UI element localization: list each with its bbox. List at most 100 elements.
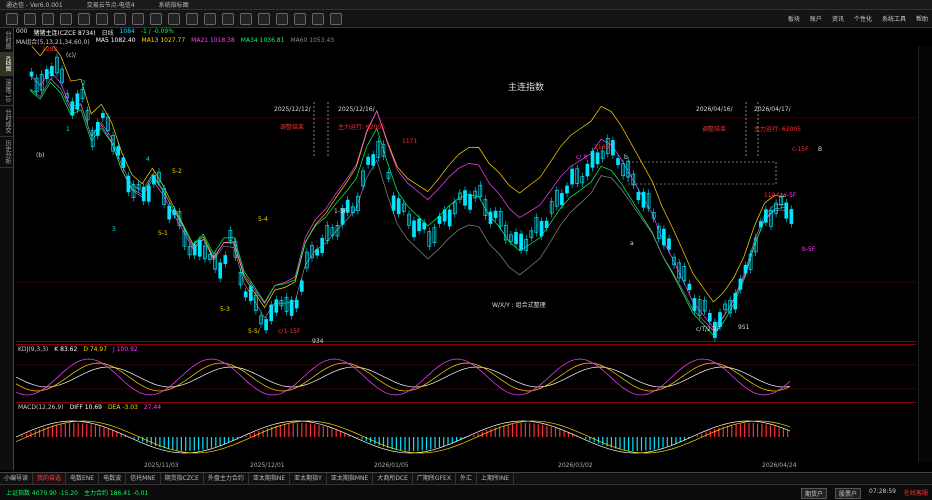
back-icon[interactable] (6, 12, 18, 25)
date-tick: 2025/12/01 (250, 462, 285, 469)
sidebar-tab-intraday[interactable]: 分时图 (0, 28, 13, 53)
annot-5-2: 5-2 (172, 168, 182, 175)
title-tab-node[interactable]: 交易云节点-电信4 (87, 0, 135, 9)
macd-value: 27.44 (143, 404, 162, 411)
ma5-value: MA5 1082.40 (95, 37, 136, 44)
ma-label: MA组合(5,13,21,34,60,0) (16, 39, 90, 46)
annot-5-1: 5-1 (158, 230, 168, 237)
date-tick: 2026/04/24 (762, 462, 797, 469)
tab-apac-ne[interactable]: 亚太期指NE (249, 472, 291, 485)
stock-account-button[interactable]: 股票户 (835, 488, 862, 499)
macd-diff: DIFF 10.69 (69, 404, 102, 411)
online-service-link[interactable]: 在线客服 (904, 488, 928, 499)
annot-5-5: 5-5/ (248, 328, 260, 335)
alert-icon[interactable] (240, 12, 252, 25)
kdj-panel[interactable]: KDJ(9,3,3) K 83.62 D 74.97 J 100.92 (15, 344, 916, 402)
ma-line (29, 81, 785, 336)
tab-guide[interactable]: 小编导读 (0, 472, 34, 485)
list-icon[interactable] (132, 12, 144, 25)
menu-news[interactable]: 资讯 (832, 14, 844, 23)
grid-icon[interactable] (96, 12, 108, 25)
date-tick: 2025/11/03 (144, 462, 179, 469)
status-right: 期货户 股票户 07:28:59 在线客服 (793, 488, 928, 499)
settings-icon[interactable] (222, 12, 234, 25)
menu-account[interactable]: 账户 (810, 14, 822, 23)
stock-name: 猪猪主连(CZCE 8734) (33, 30, 96, 37)
kline-svg (16, 41, 916, 342)
date-axis: 2025/11/03 2025/12/01 2026/01/05 2026/03… (16, 462, 916, 470)
ma34-value: MA34 1036.81 (240, 37, 285, 44)
annot-wave-mid: 1163 (594, 144, 610, 151)
news-icon[interactable] (258, 12, 270, 25)
draw-icon[interactable] (168, 12, 180, 25)
refresh-icon[interactable] (60, 12, 72, 25)
tab-foreign[interactable]: 外盘主力合约 (204, 472, 249, 485)
annot-date2: 2025/12/16/ (338, 106, 375, 113)
search-icon[interactable] (78, 12, 90, 25)
futures-account-button[interactable]: 期货户 (801, 488, 828, 499)
layout-icon[interactable] (204, 12, 216, 25)
annot-cx: c/ X (576, 154, 588, 161)
menu-personalize[interactable]: 个性化 (854, 14, 872, 23)
tab-watchlist[interactable]: 我的自选 (33, 472, 67, 485)
tab-apac-mne[interactable]: 亚太期指MNE (327, 472, 374, 485)
ma-line (29, 41, 785, 309)
menu-sector[interactable]: 板块 (788, 14, 800, 23)
tab-fx[interactable]: 外汇 (456, 472, 477, 485)
kdj-label: KDJ(9,3,3) (18, 346, 49, 353)
sidebar-tab-f10[interactable]: 深度F10 (0, 76, 13, 107)
sidebar-tab-kline[interactable]: K线图 (0, 53, 13, 76)
annot-p3: 3 (112, 226, 116, 233)
right-scroll-area[interactable] (918, 46, 932, 462)
annot-c1-15f: c/1-15F (278, 328, 301, 335)
main-kline-chart[interactable]: 主连指数 2025/12/12/ 2025/12/16/ 2026/04/16/… (16, 41, 916, 345)
menu-tools[interactable]: 系统工具 (882, 14, 906, 23)
tab-dce[interactable]: 大商所DCE (373, 472, 413, 485)
macd-panel[interactable]: MACD(12,26,9) DIFF 10.69 DEA -3.03 27.44 (15, 402, 916, 462)
annot-1-5f: 1-5F (334, 208, 348, 215)
annot-c15f: c-15F (792, 146, 809, 153)
tab-ene[interactable]: 电数ENE (66, 472, 100, 485)
title-bar: 通达信 - Ver6.0.001 交易云节点-电信4 系统指标图 (0, 0, 932, 10)
filter-icon[interactable] (186, 12, 198, 25)
ma-line (29, 78, 785, 331)
window-icon[interactable] (276, 12, 288, 25)
annot-date1: 2025/12/12/ (274, 106, 311, 113)
macd-svg (15, 420, 791, 454)
tab-wave[interactable]: 电数波 (99, 472, 127, 485)
ma21-value: MA21 1018.38 (191, 37, 235, 44)
tab-apac-y[interactable]: 亚太期指Y (290, 472, 327, 485)
sidebar-tab-history[interactable]: 历史分析 (0, 137, 13, 169)
home-icon[interactable] (42, 12, 54, 25)
kdj-line (15, 358, 791, 396)
sidebar-tab-trades[interactable]: 分时成交 (0, 106, 13, 138)
annot-date4: 2026/04/17/ (754, 106, 791, 113)
pen-icon[interactable] (294, 12, 306, 25)
annot-tag3: 调整结束 (702, 126, 727, 133)
annot-p1: 1 (66, 126, 70, 133)
zoom-icon[interactable] (150, 12, 162, 25)
kdj-line (15, 362, 791, 392)
tab-trust[interactable]: 信托MNE (126, 472, 161, 485)
tab-gfex[interactable]: 广期所GFEX (413, 472, 456, 485)
kdj-d: D 74.97 (83, 346, 108, 353)
chart-icon[interactable] (114, 12, 126, 25)
title-tab-indicator[interactable]: 系统指标图 (159, 0, 189, 9)
left-sidebar: 分时图 K线图 深度F10 分时成交 历史分析 (0, 28, 14, 470)
stock-period[interactable]: 日线 (102, 28, 114, 37)
menu-help[interactable]: 帮助 (916, 14, 928, 23)
forward-icon[interactable] (24, 12, 36, 25)
ma60-value: MA60 1053.43 (290, 37, 335, 44)
annot-5-3: 5-3 (220, 306, 230, 313)
annot-b-small: b (624, 154, 628, 161)
help-icon[interactable] (330, 12, 342, 25)
annot-tag4: 主力运行: 62005 (754, 126, 802, 133)
annot-p2: 2 (82, 80, 86, 87)
tab-ine[interactable]: 上期所INE (477, 472, 515, 485)
calendar-icon[interactable] (312, 12, 324, 25)
annot-tag1: 调整结束 (280, 124, 305, 131)
annot-date3: 2026/04/16/ (696, 106, 733, 113)
tab-czce[interactable]: 期货指CZCE (161, 472, 204, 485)
macd-dea: DEA -3.03 (107, 404, 138, 411)
annot-b5f: b-5F (802, 246, 816, 253)
